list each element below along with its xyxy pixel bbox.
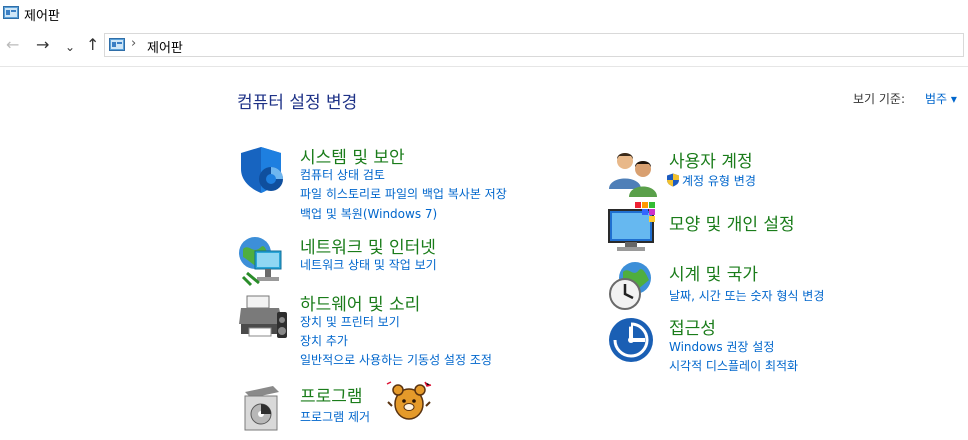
address-bar[interactable]: › 제어판 <box>104 33 964 57</box>
security-shield-icon[interactable] <box>237 143 291 197</box>
category-title[interactable]: 사용자 계정 <box>669 147 753 172</box>
link-devices-printers[interactable]: 장치 및 프린터 보기 <box>300 313 400 330</box>
link-mobility-settings[interactable]: 일반적으로 사용하는 기동성 설정 조정 <box>300 351 492 368</box>
users-icon[interactable] <box>607 147 661 201</box>
category-title[interactable]: 시스템 및 보안 <box>300 143 405 168</box>
navigation-bar: ← → ⌄ ↑ › 제어판 <box>0 30 968 60</box>
link-date-time-format[interactable]: 날짜, 시간 또는 숫자 형식 변경 <box>669 287 824 304</box>
link-file-history[interactable]: 파일 히스토리로 파일의 백업 복사본 저장 <box>300 185 507 202</box>
category-title[interactable]: 접근성 <box>669 314 716 339</box>
category-title[interactable]: 프로그램 <box>300 382 363 407</box>
link-review-status[interactable]: 컴퓨터 상태 검토 <box>300 166 385 183</box>
forward-button[interactable]: → <box>36 35 49 55</box>
network-globe-icon[interactable] <box>237 233 291 287</box>
view-by-label: 보기 기준: <box>853 92 906 106</box>
back-button[interactable]: ← <box>6 35 19 55</box>
link-change-account-type[interactable]: 계정 유형 변경 <box>666 172 756 189</box>
ease-of-access-icon[interactable] <box>607 314 661 368</box>
link-windows-recommended-settings[interactable]: Windows 권장 설정 <box>669 338 774 355</box>
category-title[interactable]: 네트워크 및 인터넷 <box>300 233 436 258</box>
character-sticker-icon <box>386 381 432 420</box>
programs-disc-icon[interactable] <box>237 382 291 436</box>
link-label[interactable]: 계정 유형 변경 <box>682 174 756 188</box>
control-panel-icon <box>109 38 125 51</box>
divider <box>0 66 968 67</box>
link-network-status[interactable]: 네트워크 상태 및 작업 보기 <box>300 256 437 273</box>
link-uninstall-program[interactable]: 프로그램 제거 <box>300 408 370 425</box>
chevron-right-icon[interactable]: › <box>131 36 136 51</box>
up-button[interactable]: ↑ <box>86 35 99 55</box>
window-title: 제어판 <box>24 9 60 24</box>
breadcrumb[interactable]: 제어판 <box>147 37 183 56</box>
link-add-device[interactable]: 장치 추가 <box>300 332 348 349</box>
uac-shield-icon <box>667 173 679 187</box>
display-colors-icon[interactable] <box>607 200 661 254</box>
category-title[interactable]: 모양 및 개인 설정 <box>669 210 795 235</box>
link-optimize-display[interactable]: 시각적 디스플레이 최적화 <box>669 357 798 374</box>
category-title[interactable]: 하드웨어 및 소리 <box>300 290 420 315</box>
recent-locations-button[interactable]: ⌄ <box>65 37 75 57</box>
title-bar: 제어판 <box>0 0 968 30</box>
page-title: 컴퓨터 설정 변경 <box>237 93 358 113</box>
view-by-dropdown[interactable]: 범주 ▾ <box>925 90 957 107</box>
control-panel-icon <box>3 6 19 19</box>
link-backup-restore[interactable]: 백업 및 복원(Windows 7) <box>300 205 437 222</box>
globe-clock-icon[interactable] <box>607 260 661 314</box>
printer-speaker-icon[interactable] <box>237 290 291 344</box>
category-title[interactable]: 시계 및 국가 <box>669 260 758 285</box>
